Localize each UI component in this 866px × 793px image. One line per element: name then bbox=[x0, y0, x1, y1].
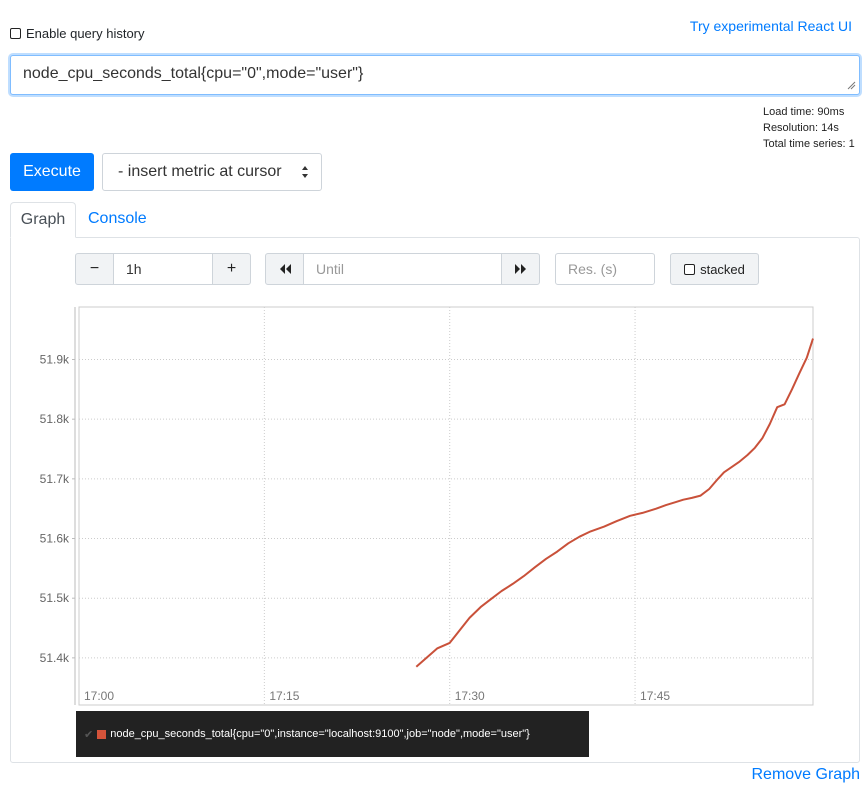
x-tick-label: 17:15 bbox=[269, 689, 299, 703]
x-tick-label: 17:45 bbox=[640, 689, 670, 703]
legend-swatch bbox=[97, 729, 107, 739]
graph-legend[interactable]: ✔ node_cpu_seconds_total{cpu="0",instanc… bbox=[76, 711, 589, 757]
graph-chart: 51.4k 51.5k 51.6k 51.7k 51.8k 51.9k 17:00 17:15… bbox=[40, 306, 814, 706]
tab-graph[interactable]: Graph bbox=[10, 202, 76, 238]
y-tick-label: 51.6k bbox=[40, 532, 70, 546]
x-tick-label: 17:00 bbox=[84, 689, 114, 703]
legend-series-label: node_cpu_seconds_total{cpu="0",instance=… bbox=[110, 728, 530, 740]
y-tick-label: 51.9k bbox=[40, 353, 70, 367]
remove-graph-link[interactable]: Remove Graph bbox=[752, 766, 861, 784]
x-tick-label: 17:30 bbox=[455, 689, 485, 703]
y-tick-label: 51.8k bbox=[40, 412, 70, 426]
y-tick-label: 51.7k bbox=[40, 472, 70, 486]
y-tick-label: 51.5k bbox=[40, 591, 70, 605]
legend-check-icon: ✔ bbox=[84, 728, 94, 741]
y-tick-label: 51.4k bbox=[40, 651, 70, 665]
